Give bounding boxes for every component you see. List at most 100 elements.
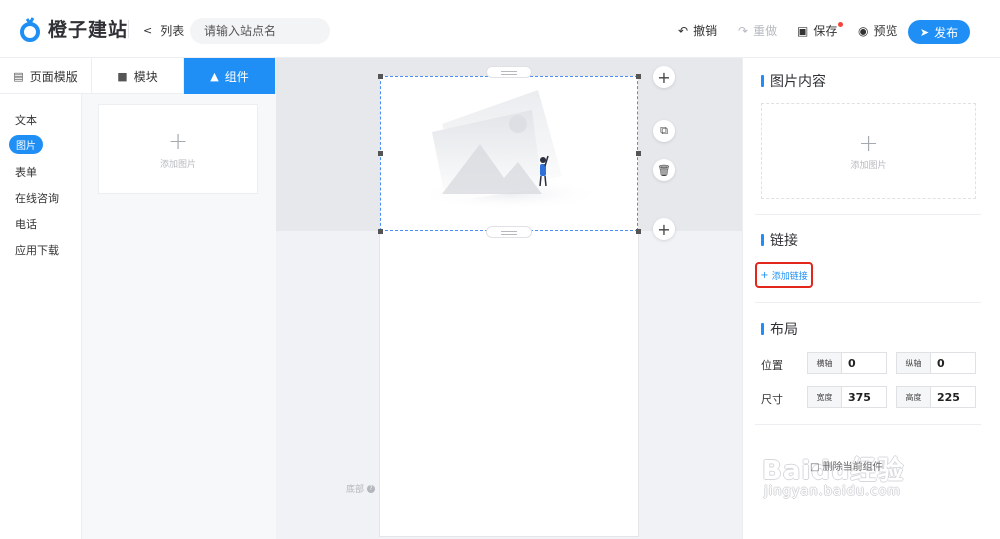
component-panel: + 添加图片 — [82, 94, 276, 539]
tab-label: 页面模版 — [29, 69, 78, 84]
drag-handle-bottom[interactable] — [486, 226, 532, 238]
position-label: 位置 — [761, 359, 783, 372]
component-type-nav: 文本 图片 表单 在线咨询 电话 应用下载 — [0, 94, 82, 539]
logo[interactable]: 橙子建站 — [18, 15, 128, 42]
undo-button[interactable]: ↶ 撤销 — [678, 22, 717, 39]
x-prefix: 横轴 — [808, 353, 842, 373]
section-title-text: 布局 — [770, 322, 798, 338]
section-divider — [755, 424, 981, 425]
footer-label-text: 底部 — [346, 485, 365, 495]
site-name-input[interactable] — [190, 18, 330, 44]
plus-icon: + — [760, 269, 769, 281]
add-above-button[interactable]: + — [653, 66, 675, 88]
section-title-text: 链接 — [770, 233, 798, 249]
section-title-text: 图片内容 — [770, 74, 826, 90]
add-image-label: 添加图片 — [159, 159, 196, 170]
undo-label: 撤销 — [693, 24, 718, 38]
size-label: 尺寸 — [761, 393, 783, 406]
nav-item-phone[interactable]: 电话 — [15, 216, 37, 232]
plus-icon: + — [657, 67, 671, 87]
logo-text: 橙子建站 — [48, 19, 129, 41]
undo-icon: ↶ — [678, 23, 689, 38]
preview-label: 预览 — [873, 24, 898, 38]
resize-handle[interactable] — [378, 229, 383, 234]
selected-image-component[interactable] — [380, 76, 638, 231]
save-label: 保存 — [813, 24, 838, 38]
send-icon: ➤ — [919, 25, 930, 39]
active-tab-caret — [227, 88, 237, 93]
editor-canvas: + ⧉ 🗑 + 底部 ? — [276, 58, 742, 539]
section-divider — [755, 302, 981, 303]
layout-section-title: 布局 — [761, 319, 798, 339]
nav-item-online-consult[interactable]: 在线咨询 — [15, 190, 59, 206]
tab-label: 组件 — [224, 69, 249, 84]
section-divider — [755, 214, 981, 215]
plus-icon: + — [858, 129, 879, 157]
section-accent-bar — [761, 234, 764, 246]
resize-handle[interactable] — [378, 151, 383, 156]
back-to-list-link[interactable]: < 列表 — [143, 22, 184, 39]
section-accent-bar — [761, 75, 764, 87]
redo-icon: ↷ — [738, 23, 749, 38]
x-value: 0 — [848, 356, 856, 370]
nav-item-image[interactable]: 图片 — [9, 135, 43, 154]
y-value: 0 — [937, 356, 945, 370]
delete-component-hint: □ 删除当前组件 — [810, 462, 883, 473]
add-link-button[interactable]: + 添加链接 — [755, 262, 813, 288]
x-position-field[interactable]: 横轴 0 — [807, 352, 887, 374]
help-icon: ? — [367, 484, 376, 493]
redo-button[interactable]: ↷ 重做 — [738, 22, 777, 39]
y-position-field[interactable]: 纵轴 0 — [896, 352, 976, 374]
header-divider — [128, 20, 129, 38]
link-section-title: 链接 — [761, 230, 798, 250]
resize-handle[interactable] — [636, 229, 641, 234]
watermark-url: jingyan.baidu.com — [764, 484, 901, 499]
trash-icon: 🗑 — [657, 163, 671, 177]
y-prefix: 纵轴 — [897, 353, 931, 373]
plus-icon: + — [167, 126, 189, 155]
resize-handle[interactable] — [636, 151, 641, 156]
delete-component-button[interactable]: 🗑 — [653, 159, 675, 181]
publish-button[interactable]: ➤ 发布 — [908, 20, 970, 44]
eye-icon: ◉ — [858, 23, 869, 38]
width-prefix: 宽度 — [808, 387, 842, 407]
drag-handle-top[interactable] — [486, 66, 532, 78]
nav-item-app-download[interactable]: 应用下载 — [15, 242, 59, 258]
publish-label: 发布 — [934, 25, 959, 40]
footer-area-label[interactable]: 底部 ? — [346, 482, 376, 495]
chevron-left-icon: < — [143, 24, 153, 37]
back-label: 列表 — [160, 24, 185, 38]
redo-label: 重做 — [753, 24, 778, 38]
tab-page-templates[interactable]: ▤ 页面模版 — [0, 58, 92, 94]
unsaved-dot — [838, 22, 844, 27]
height-field[interactable]: 高度 225 — [896, 386, 976, 408]
component-icon: ▲ — [210, 69, 219, 83]
nav-item-text[interactable]: 文本 — [15, 112, 37, 128]
resize-handle[interactable] — [636, 74, 641, 79]
tab-modules[interactable]: ■ 模块 — [92, 58, 184, 94]
add-image-component-card[interactable]: + 添加图片 — [98, 104, 258, 194]
top-bar: 橙子建站 < 列表 ↶ 撤销 ↷ 重做 ▣ 保存 ◉ 预览 ➤ 发布 — [0, 0, 1000, 58]
tab-label: 模块 — [133, 69, 158, 84]
preview-button[interactable]: ◉ 预览 — [858, 22, 898, 39]
template-icon: ▤ — [13, 69, 24, 83]
width-field[interactable]: 宽度 375 — [807, 386, 887, 408]
upload-label: 添加图片 — [850, 161, 887, 171]
copy-component-button[interactable]: ⧉ — [653, 120, 675, 142]
add-link-label: 添加链接 — [771, 271, 808, 282]
image-upload-area[interactable]: + 添加图片 — [761, 103, 976, 199]
height-prefix: 高度 — [897, 387, 931, 407]
section-accent-bar — [761, 323, 764, 335]
save-button[interactable]: ▣ 保存 — [797, 22, 844, 39]
add-below-button[interactable]: + — [653, 218, 675, 240]
plus-icon: + — [657, 219, 671, 239]
image-content-section-title: 图片内容 — [761, 71, 826, 91]
module-icon: ■ — [117, 69, 128, 83]
nav-item-form[interactable]: 表单 — [15, 164, 37, 180]
resize-handle[interactable] — [378, 74, 383, 79]
logo-icon — [20, 16, 40, 42]
width-value: 375 — [848, 390, 871, 404]
height-value: 225 — [937, 390, 960, 404]
copy-icon: ⧉ — [660, 124, 668, 137]
save-icon: ▣ — [797, 23, 809, 38]
